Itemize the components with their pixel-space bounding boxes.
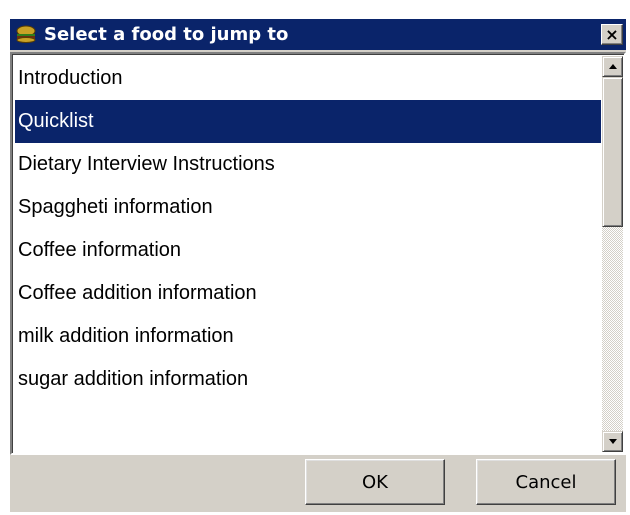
list-item[interactable]: milk addition information	[15, 315, 601, 358]
focus-rect	[310, 464, 440, 500]
list-item[interactable]: Coffee information	[15, 229, 601, 272]
ok-button[interactable]: OK	[305, 459, 445, 505]
list-item[interactable]: Quicklist	[15, 100, 601, 143]
list-item[interactable]: Spaggheti information	[15, 186, 601, 229]
close-icon: ×	[605, 24, 619, 44]
select-food-dialog: Select a food to jump to × Introduction Q…	[10, 19, 626, 512]
arrow-up-icon	[609, 64, 617, 69]
dialog-title: Select a food to jump to	[44, 24, 289, 45]
list-item[interactable]: sugar addition information	[15, 358, 601, 401]
cancel-button[interactable]: Cancel	[476, 459, 616, 505]
list-item[interactable]: Coffee addition information	[15, 272, 601, 315]
scrollbar-thumb[interactable]	[602, 77, 623, 227]
scroll-up-button[interactable]	[602, 56, 623, 77]
cancel-button-label: Cancel	[515, 471, 577, 493]
food-listbox[interactable]: Introduction Quicklist Dietary Interview I…	[10, 52, 626, 455]
list-item[interactable]: Introduction	[15, 57, 601, 100]
vertical-scrollbar[interactable]	[602, 56, 623, 452]
arrow-down-icon	[609, 439, 617, 444]
list-item[interactable]: Dietary Interview Instructions	[15, 143, 601, 186]
burger-icon	[15, 25, 37, 44]
food-list: Introduction Quicklist Dietary Interview I…	[15, 57, 601, 453]
close-button[interactable]: ×	[601, 24, 623, 45]
scroll-down-button[interactable]	[602, 431, 623, 452]
title-bar[interactable]: Select a food to jump to ×	[10, 19, 626, 50]
